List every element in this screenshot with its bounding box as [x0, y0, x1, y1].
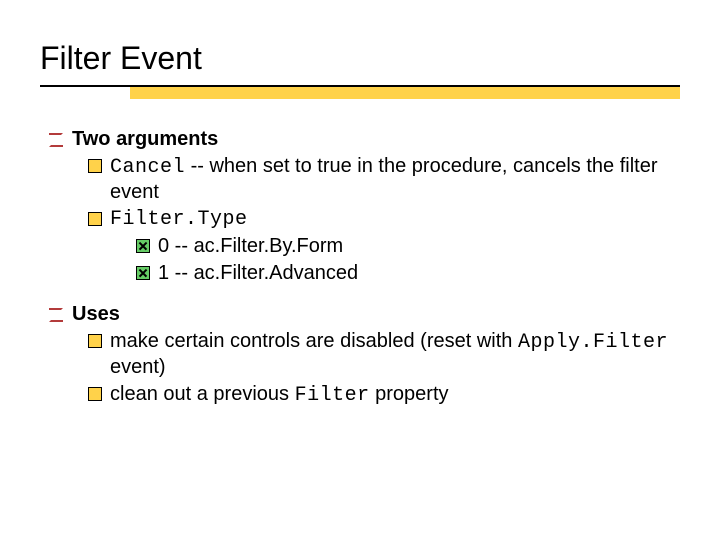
list-item: make certain controls are disabled (rese…	[88, 329, 680, 380]
plain-text: make certain controls are disabled (rese…	[110, 330, 518, 352]
section-heading: Two arguments	[72, 127, 680, 152]
y-bullet-icon	[88, 212, 102, 226]
code-text: Cancel	[110, 156, 185, 179]
code-text: Filter	[295, 384, 370, 407]
list-item: Filter.Type	[88, 207, 680, 232]
code-text: Apply.Filter	[518, 331, 668, 354]
z-bullet-icon	[48, 307, 64, 323]
list-text: 1 -- ac.Filter.Advanced	[158, 261, 680, 286]
code-text: ac.Filter.By.Form	[194, 235, 344, 257]
list-item: Cancel -- when set to true in the proced…	[88, 154, 680, 205]
plain-text: 1 --	[158, 262, 194, 284]
section-heading: Uses	[72, 302, 680, 327]
x-bullet-icon	[136, 239, 150, 253]
list-text: clean out a previous Filter property	[110, 382, 680, 408]
list-text: 0 -- ac.Filter.By.Form	[158, 234, 680, 259]
list-item: Uses	[48, 302, 680, 327]
rule-line	[40, 85, 680, 87]
list-item: clean out a previous Filter property	[88, 382, 680, 408]
list-item: 1 -- ac.Filter.Advanced	[136, 261, 680, 286]
plain-text: event)	[110, 356, 166, 378]
y-bullet-icon	[88, 387, 102, 401]
slide-body: Two arguments Cancel -- when set to true…	[40, 127, 680, 408]
plain-text: 0 --	[158, 235, 194, 257]
slide: Filter Event Two arguments Cancel -- whe…	[0, 0, 720, 540]
plain-text: -- when set to true in the procedure, ca…	[110, 155, 657, 203]
slide-title: Filter Event	[40, 40, 680, 77]
list-item: 0 -- ac.Filter.By.Form	[136, 234, 680, 259]
list-text: make certain controls are disabled (rese…	[110, 329, 680, 380]
list-text: Cancel -- when set to true in the proced…	[110, 154, 680, 205]
y-bullet-icon	[88, 159, 102, 173]
plain-text: clean out a previous	[110, 383, 295, 405]
title-rule	[40, 83, 680, 105]
z-bullet-icon	[48, 132, 64, 148]
x-bullet-icon	[136, 266, 150, 280]
rule-highlight	[130, 85, 680, 99]
code-text: ac.Filter.Advanced	[194, 262, 359, 284]
list-item: Two arguments	[48, 127, 680, 152]
y-bullet-icon	[88, 334, 102, 348]
plain-text: property	[370, 383, 449, 405]
code-text: Filter.Type	[110, 207, 680, 232]
